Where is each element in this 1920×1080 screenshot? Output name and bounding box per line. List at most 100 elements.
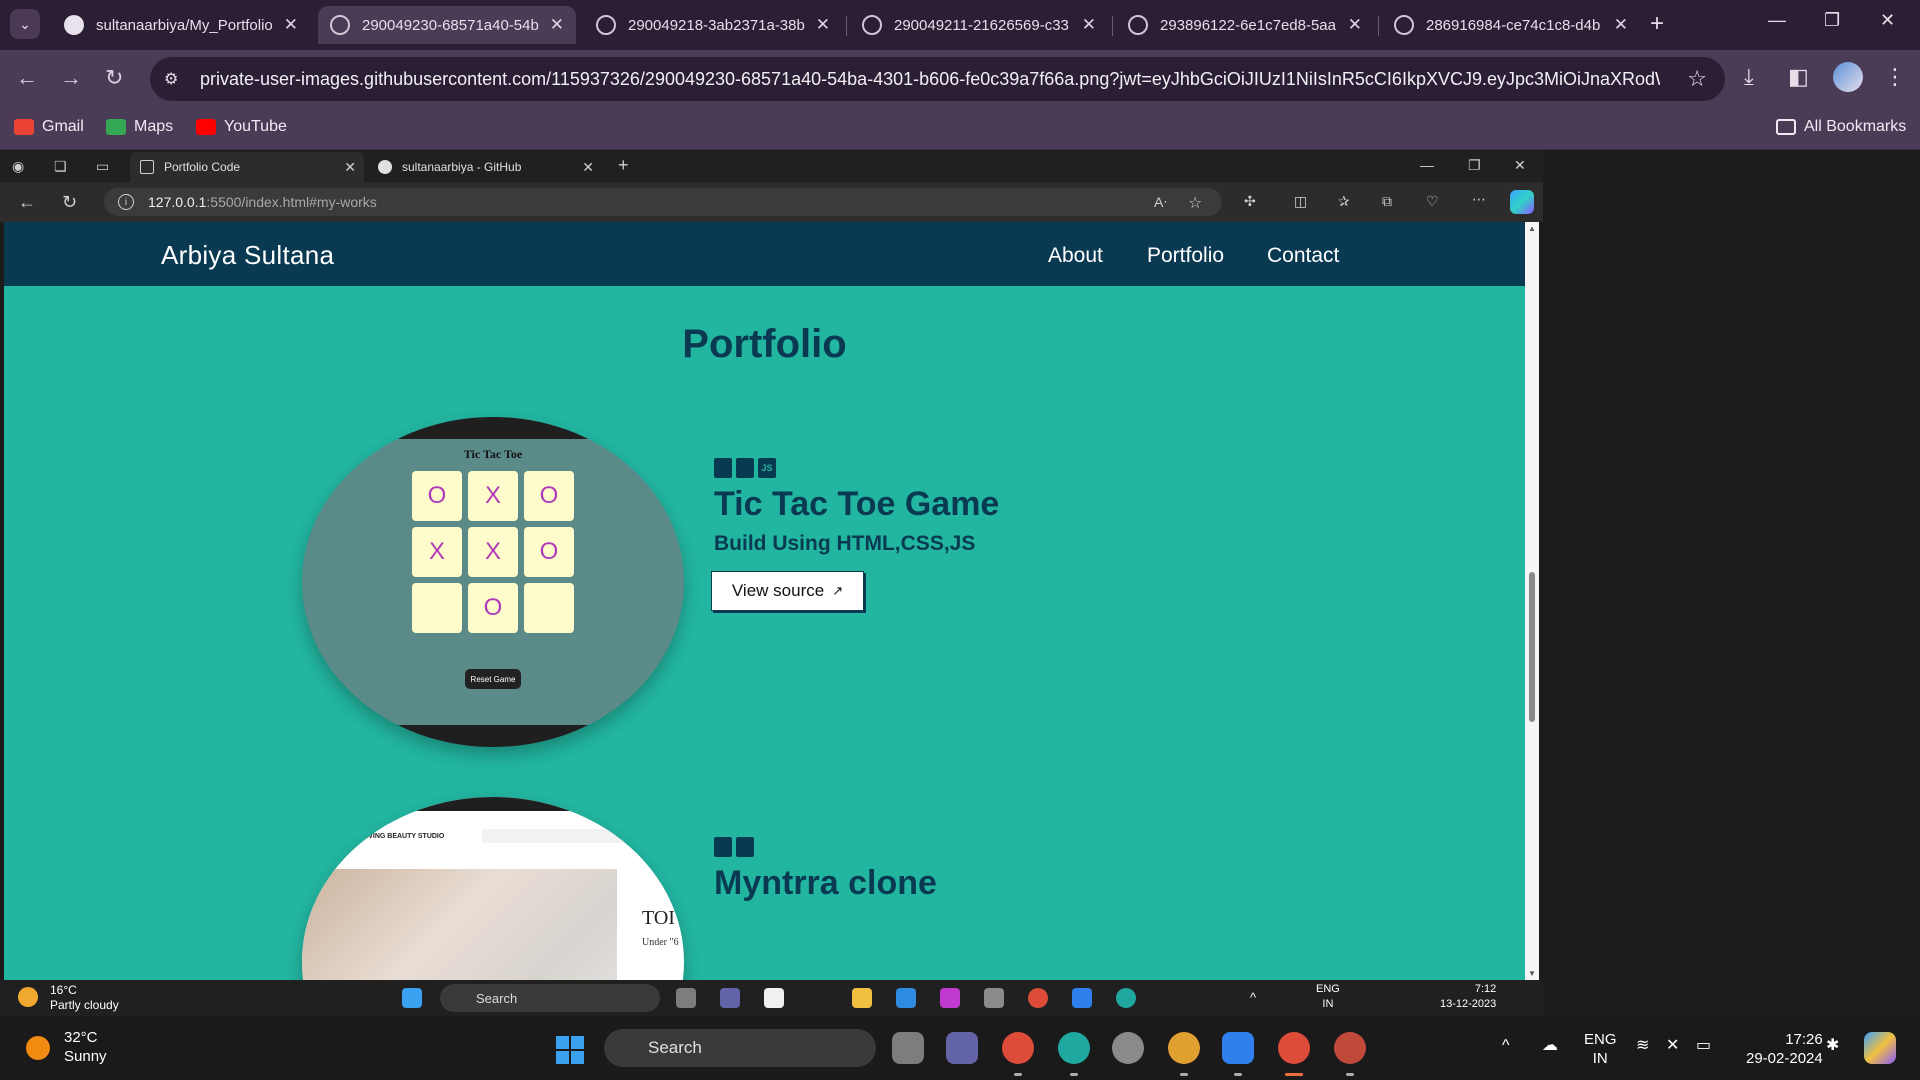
tab-image-4[interactable]: 293896122-6e1c7ed8-5aa ✕	[1116, 6, 1374, 44]
tab-search-button[interactable]: ⌄	[10, 9, 40, 39]
teams-icon[interactable]	[946, 1032, 978, 1064]
close-window-icon[interactable]: ✕	[1880, 10, 1895, 31]
wifi-icon[interactable]: ≋	[1636, 1036, 1649, 1055]
bookmark-maps[interactable]: Maps	[106, 118, 173, 136]
file-explorer-icon[interactable]	[852, 988, 872, 1008]
vscode-icon[interactable]	[1222, 1032, 1254, 1064]
split-screen-icon[interactable]: ◫	[1294, 193, 1307, 210]
bookmark-youtube[interactable]: YouTube	[196, 118, 287, 136]
scroll-thumb[interactable]	[1529, 572, 1535, 722]
site-settings-icon[interactable]: ⚙	[164, 69, 188, 89]
battery-icon[interactable]: ▭	[1696, 1036, 1711, 1055]
chrome-icon[interactable]	[1028, 988, 1048, 1008]
back-icon[interactable]: ←	[16, 65, 38, 91]
close-tab-icon[interactable]: ✕	[816, 15, 830, 35]
favorite-star-icon[interactable]: ☆	[1188, 193, 1202, 213]
tab-portfolio-repo[interactable]: sultanaarbiya/My_Portfolio ✕	[52, 6, 310, 44]
nav-link-portfolio[interactable]: Portfolio	[1147, 244, 1224, 268]
start-icon[interactable]	[556, 1036, 584, 1064]
new-tab-button[interactable]: +	[1650, 10, 1664, 38]
edge-address-bar[interactable]: i 127.0.0.1 :5500/index.html#my-works Aᐧ…	[104, 188, 1222, 216]
favorites-icon[interactable]: ✰	[1338, 193, 1350, 210]
bookmark-star-icon[interactable]: ☆	[1687, 66, 1707, 92]
restore-icon[interactable]: ❐	[1468, 157, 1481, 174]
language-indicator[interactable]: ENG IN	[1584, 1030, 1617, 1068]
inner-weather-widget[interactable]: 16°C Partly cloudy	[18, 983, 119, 1013]
url-text[interactable]: private-user-images.githubusercontent.co…	[200, 69, 1660, 90]
settings-icon[interactable]	[984, 988, 1004, 1008]
info-icon[interactable]: i	[118, 194, 134, 210]
chrome-icon[interactable]	[1002, 1032, 1034, 1064]
store-icon[interactable]	[896, 988, 916, 1008]
scroll-up-icon[interactable]: ▲	[1528, 224, 1536, 233]
tray-overflow-icon[interactable]: ^	[1250, 990, 1256, 1005]
close-tab-icon[interactable]: ✕	[344, 159, 356, 176]
chrome-profile-icon[interactable]	[1278, 1032, 1310, 1064]
settings-icon[interactable]	[1112, 1032, 1144, 1064]
weather-widget[interactable]: 32°C Sunny	[26, 1028, 107, 1066]
close-tab-icon[interactable]: ✕	[1614, 15, 1628, 35]
chrome-canary-icon[interactable]	[1168, 1032, 1200, 1064]
restore-icon[interactable]: ❐	[1824, 10, 1840, 31]
teams-icon[interactable]	[720, 988, 740, 1008]
profile-icon[interactable]: ◉	[12, 158, 24, 175]
tray-overflow-icon[interactable]: ^	[1502, 1036, 1510, 1055]
clock[interactable]: 17:26 29-02-2024	[1746, 1030, 1823, 1068]
page-scrollbar[interactable]: ▲ ▼	[1525, 222, 1539, 980]
browser-essentials-icon[interactable]: ♡	[1426, 193, 1439, 210]
tab-actions-icon[interactable]: ▭	[96, 158, 109, 175]
more-icon[interactable]: ⋯	[1472, 191, 1486, 208]
back-icon[interactable]: ←	[18, 192, 36, 213]
edge-tab-portfolio-code[interactable]: Portfolio Code ✕	[130, 152, 364, 182]
forward-icon[interactable]: →	[60, 65, 82, 91]
notifications-icon[interactable]: ✱	[1826, 1036, 1839, 1055]
inner-search-box[interactable]: Search	[440, 984, 660, 1012]
close-tab-icon[interactable]: ✕	[550, 15, 564, 35]
edge-icon[interactable]	[1058, 1032, 1090, 1064]
all-bookmarks-button[interactable]: All Bookmarks	[1776, 118, 1906, 136]
nav-link-contact[interactable]: Contact	[1267, 244, 1339, 268]
chrome-profile-2-icon[interactable]	[1334, 1032, 1366, 1064]
collections-icon[interactable]: ⧉	[1382, 193, 1392, 210]
task-view-icon[interactable]	[676, 988, 696, 1008]
tab-image-1[interactable]: 290049230-68571a40-54b ✕	[318, 6, 576, 44]
task-view-icon[interactable]	[892, 1032, 924, 1064]
notepad-icon[interactable]	[764, 988, 784, 1008]
close-tab-icon[interactable]: ✕	[1082, 15, 1096, 35]
reload-icon[interactable]: ↻	[62, 192, 77, 213]
clock[interactable]: 7:12 13-12-2023	[1440, 982, 1496, 1012]
close-window-icon[interactable]: ✕	[1514, 157, 1526, 174]
reload-icon[interactable]: ↻	[105, 65, 123, 91]
menu-icon[interactable]: ⋮	[1884, 64, 1906, 90]
download-icon[interactable]: ⤓	[1744, 64, 1754, 90]
close-tab-icon[interactable]: ✕	[582, 159, 594, 176]
close-tab-icon[interactable]: ✕	[284, 15, 298, 35]
tab-image-5[interactable]: 286916984-ce74c1c8-d4b ✕	[1382, 6, 1640, 44]
site-brand[interactable]: Arbiya Sultana	[161, 240, 334, 271]
tab-image-2[interactable]: 290049218-3ab2371a-38b ✕	[584, 6, 842, 44]
bookmark-gmail[interactable]: Gmail	[14, 118, 84, 136]
edge-icon[interactable]	[1116, 988, 1136, 1008]
new-tab-button[interactable]: +	[618, 155, 629, 176]
extensions-icon[interactable]: ✣	[1244, 193, 1256, 210]
vscode-icon[interactable]	[1072, 988, 1092, 1008]
app-icon[interactable]	[940, 988, 960, 1008]
minimize-icon[interactable]: —	[1420, 157, 1434, 173]
volume-mute-icon[interactable]: ✕	[1666, 1036, 1679, 1055]
address-bar[interactable]: ⚙ private-user-images.githubusercontent.…	[150, 57, 1725, 101]
copilot-icon[interactable]	[1864, 1032, 1896, 1064]
edge-tab-github[interactable]: sultanaarbiya - GitHub ✕	[368, 152, 602, 182]
taskbar-search[interactable]: Search	[604, 1029, 876, 1067]
side-panel-icon[interactable]: ◧	[1788, 64, 1809, 90]
onedrive-icon[interactable]: ☁	[1542, 1036, 1558, 1055]
minimize-icon[interactable]: —	[1768, 10, 1786, 31]
copilot-icon[interactable]	[1510, 190, 1534, 214]
read-aloud-icon[interactable]: Aᐧ	[1154, 194, 1167, 211]
view-source-button[interactable]: View source ↗	[711, 571, 864, 611]
workspaces-icon[interactable]: ❏	[54, 158, 67, 175]
nav-link-about[interactable]: About	[1048, 244, 1103, 268]
close-tab-icon[interactable]: ✕	[1348, 15, 1362, 35]
start-icon[interactable]	[402, 988, 422, 1008]
scroll-down-icon[interactable]: ▼	[1528, 969, 1536, 978]
tab-image-3[interactable]: 290049211-21626569-c33 ✕	[850, 6, 1108, 44]
